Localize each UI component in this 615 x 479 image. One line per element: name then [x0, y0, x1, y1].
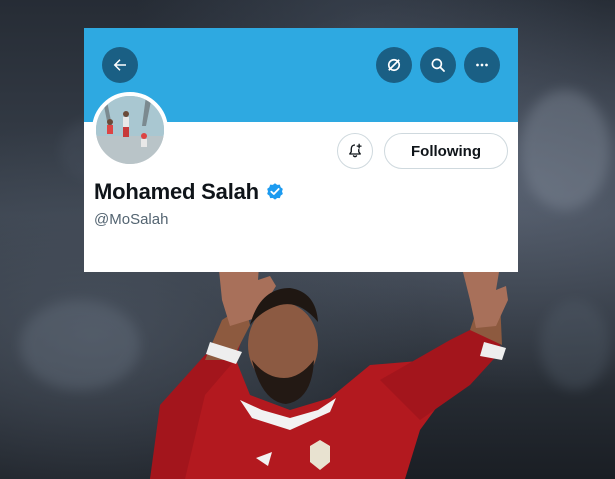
arrow-left-icon [113, 59, 126, 71]
notifications-button[interactable] [337, 133, 373, 169]
back-button[interactable] [102, 47, 138, 83]
search-icon [431, 58, 445, 72]
profile-card: Following Mohamed Salah @MoSalah [84, 28, 518, 272]
grok-button[interactable] [376, 47, 412, 83]
verified-badge-icon [267, 183, 283, 200]
slash-circle-icon [387, 58, 401, 72]
avatar[interactable] [92, 92, 168, 168]
search-button[interactable] [420, 47, 456, 83]
more-horizontal-icon [476, 63, 488, 67]
profile-name-row: Mohamed Salah [94, 179, 285, 205]
display-name: Mohamed Salah [94, 179, 259, 204]
bell-plus-icon [349, 143, 362, 158]
user-handle: @MoSalah [94, 211, 169, 228]
more-button[interactable] [464, 47, 500, 83]
avatar-photo [96, 96, 164, 164]
following-button[interactable]: Following [384, 133, 508, 169]
